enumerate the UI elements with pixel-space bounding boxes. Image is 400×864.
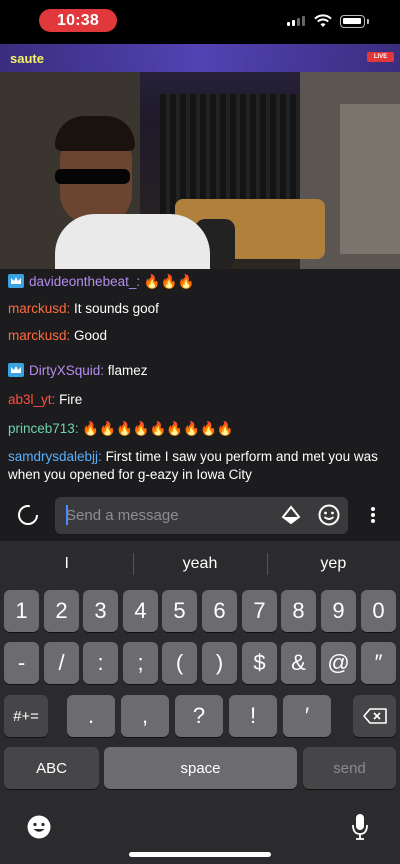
key[interactable]: ( bbox=[162, 642, 197, 684]
key[interactable]: 9 bbox=[321, 590, 356, 632]
key[interactable]: ? bbox=[175, 695, 223, 737]
crown-icon bbox=[8, 363, 24, 377]
chat-message: samdrysdalebjj: First time I saw you per… bbox=[8, 449, 378, 482]
key[interactable]: / bbox=[44, 642, 79, 684]
status-time: 10:38 bbox=[39, 9, 117, 32]
send-key[interactable]: send bbox=[303, 747, 396, 789]
backspace-icon bbox=[362, 708, 387, 724]
message-input[interactable] bbox=[55, 497, 348, 534]
key[interactable]: ; bbox=[123, 642, 158, 684]
key[interactable]: 3 bbox=[83, 590, 118, 632]
chat-message: marckusd: It sounds goof bbox=[8, 301, 159, 316]
home-indicator bbox=[129, 852, 271, 857]
bits-gem-icon[interactable] bbox=[281, 505, 301, 525]
key[interactable]: ! bbox=[229, 695, 277, 737]
key[interactable]: 0 bbox=[361, 590, 396, 632]
wifi-icon bbox=[314, 14, 332, 27]
loading-icon[interactable] bbox=[17, 504, 39, 526]
key[interactable]: ′ bbox=[283, 695, 331, 737]
key[interactable]: $ bbox=[242, 642, 277, 684]
key[interactable]: - bbox=[4, 642, 39, 684]
key[interactable]: , bbox=[121, 695, 169, 737]
chat-input-bar bbox=[0, 493, 400, 541]
live-badge: LIVE bbox=[367, 52, 394, 62]
suggestion-item[interactable]: yeah bbox=[133, 541, 266, 587]
space-key[interactable]: space bbox=[104, 747, 297, 789]
keyboard-bottom-bar bbox=[0, 799, 400, 864]
status-bar: 10:38 bbox=[0, 0, 400, 44]
more-options-icon[interactable] bbox=[368, 505, 378, 525]
key[interactable]: 8 bbox=[281, 590, 316, 632]
chat-message: davideonthebeat_: 🔥🔥🔥 bbox=[8, 273, 392, 291]
chat-message: DirtyXSquid: flamez bbox=[8, 362, 392, 380]
key[interactable]: ) bbox=[202, 642, 237, 684]
backspace-key[interactable] bbox=[353, 695, 396, 737]
key[interactable]: 1 bbox=[4, 590, 39, 632]
chat-message: ab3l_yt: Fire bbox=[8, 392, 83, 407]
symbols-mode-key[interactable]: #+= bbox=[4, 695, 48, 737]
key[interactable]: 6 bbox=[202, 590, 237, 632]
channel-logo: saute bbox=[10, 51, 44, 66]
key[interactable]: 2 bbox=[44, 590, 79, 632]
emoji-keyboard-icon[interactable] bbox=[27, 815, 51, 839]
battery-icon bbox=[340, 15, 365, 28]
key[interactable]: 4 bbox=[123, 590, 158, 632]
key[interactable]: . bbox=[67, 695, 115, 737]
microphone-icon[interactable] bbox=[351, 813, 369, 841]
suggestion-item[interactable]: yep bbox=[266, 541, 400, 587]
cellular-signal-icon bbox=[287, 16, 305, 26]
suggestion-bar: I yeah yep bbox=[0, 541, 400, 587]
chat-message: marckusd: Good bbox=[8, 328, 108, 343]
live-video[interactable]: saute LIVE bbox=[0, 44, 400, 269]
chat-message: princeb713: 🔥🔥🔥🔥🔥🔥🔥🔥🔥 bbox=[8, 421, 234, 436]
key[interactable]: 5 bbox=[162, 590, 197, 632]
text-cursor bbox=[66, 505, 68, 525]
key[interactable]: @ bbox=[321, 642, 356, 684]
key[interactable]: 7 bbox=[242, 590, 277, 632]
key[interactable]: & bbox=[281, 642, 316, 684]
suggestion-item[interactable]: I bbox=[0, 541, 133, 587]
key[interactable]: : bbox=[83, 642, 118, 684]
chat-panel[interactable]: davideonthebeat_: 🔥🔥🔥 marckusd: It sound… bbox=[0, 269, 400, 493]
key[interactable]: ″ bbox=[361, 642, 396, 684]
emoji-icon[interactable] bbox=[318, 504, 340, 526]
abc-mode-key[interactable]: ABC bbox=[4, 747, 99, 789]
crown-icon bbox=[8, 274, 24, 288]
